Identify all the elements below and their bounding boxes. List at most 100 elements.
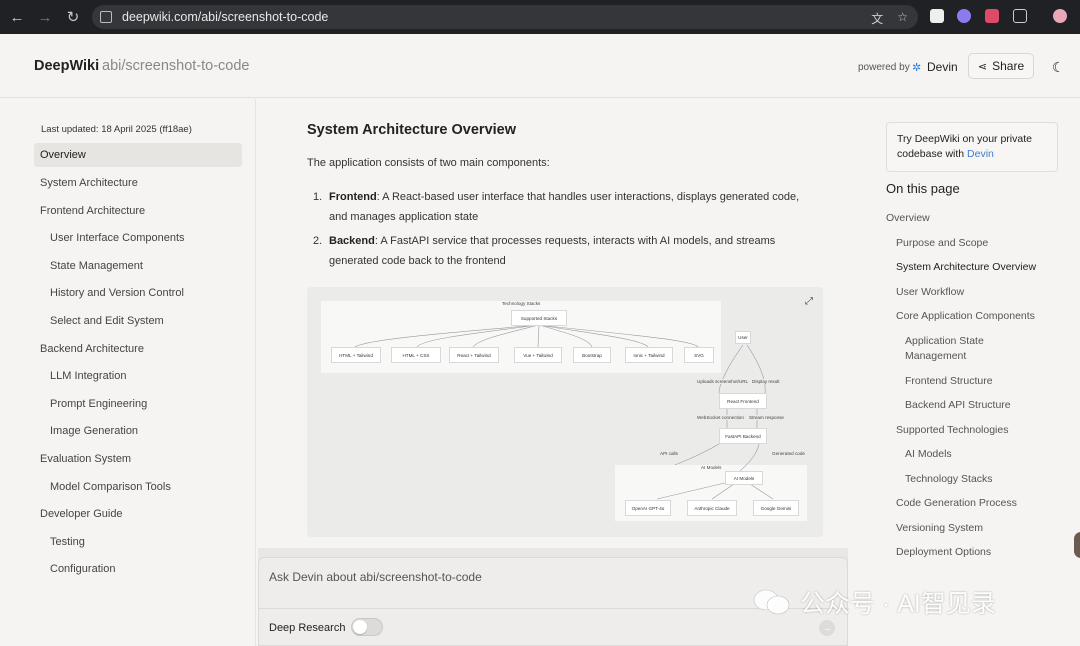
diagram-node[interactable]: React + Tailwind: [449, 347, 499, 363]
sidebar-item[interactable]: Overview: [34, 143, 242, 167]
reload-icon[interactable]: ↻: [62, 6, 84, 28]
edge-label: Uploads screenshot/URL: [696, 379, 750, 384]
site-header: DeepWiki abi/screenshot-to-code powered …: [0, 34, 1080, 98]
side-widget[interactable]: [1074, 532, 1080, 558]
on-this-page-title: On this page: [886, 181, 960, 196]
promo-text: Try DeepWiki on your private codebase wi…: [897, 133, 1032, 160]
sidebar-item[interactable]: Frontend Architecture: [34, 199, 242, 223]
edge-label: Display result: [751, 379, 781, 384]
section-heading: System Architecture Overview: [307, 122, 517, 138]
toc-item[interactable]: System Architecture Overview: [896, 261, 1036, 273]
sidebar-item[interactable]: State Management: [34, 254, 242, 278]
diagram-node[interactable]: HTML + Tailwind: [331, 347, 381, 363]
list-number: 2.: [313, 235, 323, 247]
sidebar-item[interactable]: Select and Edit System: [34, 309, 242, 333]
dark-mode-moon-icon[interactable]: ☾: [1052, 59, 1065, 76]
sidebar-item[interactable]: Evaluation System: [34, 447, 242, 471]
diagram-node[interactable]: Bootstrap: [573, 347, 611, 363]
list-text: Frontend: A React-based user interface t…: [329, 187, 809, 227]
toc-item[interactable]: Purpose and Scope: [896, 237, 988, 249]
forward-arrow-icon[interactable]: →: [34, 6, 56, 28]
sidebar-item[interactable]: User Interface Components: [34, 226, 242, 250]
toc-item[interactable]: Frontend Structure: [905, 375, 993, 387]
last-updated: Last updated: 18 April 2025 (ff18ae): [41, 124, 192, 135]
toc-item[interactable]: Core Application Components: [896, 310, 1035, 322]
list-term: Backend: [329, 235, 375, 247]
list-number: 1.: [313, 191, 323, 203]
sidebar-item[interactable]: System Architecture: [34, 171, 242, 195]
edge-label: Stream response: [748, 415, 785, 420]
deep-research-toggle[interactable]: [351, 618, 383, 636]
diagram-node[interactable]: SVG: [684, 347, 714, 363]
expand-diagram-icon[interactable]: ⤢: [805, 296, 813, 307]
bookmark-star-icon[interactable]: ☆: [897, 10, 908, 27]
diagram-node[interactable]: Google Gemini: [753, 500, 799, 516]
share-button[interactable]: ⋖ Share: [968, 53, 1034, 79]
send-arrow-icon[interactable]: →: [819, 620, 835, 636]
diagram-node[interactable]: React Frontend: [719, 393, 767, 409]
translate-icon[interactable]: 文: [871, 10, 883, 27]
list-description: : A FastAPI service that processes reque…: [329, 235, 776, 267]
url-text: deepwiki.com/abi/screenshot-to-code: [122, 10, 329, 24]
cluster-title: AI Models: [701, 465, 722, 470]
list-term: Frontend: [329, 191, 377, 203]
sidebar-nav: Last updated: 18 April 2025 (ff18ae) Ove…: [0, 99, 256, 646]
toc-item[interactable]: Supported Technologies: [896, 424, 1008, 436]
diagram-node[interactable]: OpenAI GPT-4o: [625, 500, 671, 516]
sidebar-item[interactable]: Configuration: [34, 557, 242, 581]
promo-devin-link[interactable]: Devin: [967, 148, 994, 160]
architecture-diagram[interactable]: Technology Stacks Supported Stacks HTML …: [307, 287, 823, 537]
toc-item[interactable]: Management: [905, 350, 966, 362]
toc-item[interactable]: Deployment Options: [896, 546, 991, 558]
profile-avatar[interactable]: [1053, 9, 1067, 23]
diagram-node[interactable]: User: [735, 331, 751, 344]
puzzle-extensions-icon[interactable]: [1013, 9, 1027, 23]
site-settings-icon[interactable]: [100, 11, 112, 23]
watermark-text: 公众号 · AI智见录: [800, 590, 996, 618]
back-arrow-icon[interactable]: ←: [6, 6, 28, 28]
toc-item[interactable]: Backend API Structure: [905, 399, 1011, 411]
repo-name[interactable]: abi/screenshot-to-code: [102, 58, 250, 74]
diagram-node[interactable]: HTML + CSS: [391, 347, 441, 363]
sidebar-item[interactable]: Testing: [34, 530, 242, 554]
ask-devin-input[interactable]: Ask Devin about abi/screenshot-to-code: [269, 570, 482, 584]
toc-item[interactable]: Overview: [886, 212, 930, 224]
diagram-node[interactable]: Anthropic Claude: [687, 500, 737, 516]
devin-link[interactable]: Devin: [927, 60, 958, 74]
share-label: Share: [992, 59, 1025, 73]
extension-icon[interactable]: [957, 9, 971, 23]
toc-item[interactable]: Application State: [905, 335, 984, 347]
toc-item[interactable]: Code Generation Process: [896, 497, 1017, 509]
cluster-title: Technology Stacks: [502, 301, 541, 306]
sidebar-item[interactable]: Backend Architecture: [34, 337, 242, 361]
sidebar-item[interactable]: LLM Integration: [34, 364, 242, 388]
deep-research-label: Deep Research: [269, 622, 346, 634]
list-text: Backend: A FastAPI service that processe…: [329, 231, 809, 271]
sidebar-item[interactable]: Model Comparison Tools: [34, 475, 242, 499]
sidebar-item[interactable]: Developer Guide: [34, 502, 242, 526]
sidebar-item[interactable]: History and Version Control: [34, 281, 242, 305]
diagram-node[interactable]: AI Models: [725, 471, 763, 485]
address-bar[interactable]: deepwiki.com/abi/screenshot-to-code 文 ☆: [92, 5, 918, 29]
diagram-node[interactable]: FastAPI Backend: [719, 428, 767, 444]
edge-label: WebSocket connection: [696, 415, 745, 420]
diagram-node[interactable]: Supported Stacks: [511, 310, 567, 326]
toggle-knob: [353, 620, 367, 634]
extension-icon[interactable]: [985, 9, 999, 23]
brand-logo[interactable]: DeepWiki: [34, 58, 99, 74]
sidebar-item[interactable]: Prompt Engineering: [34, 392, 242, 416]
extension-icon[interactable]: [930, 9, 944, 23]
toc-item[interactable]: Versioning System: [896, 522, 983, 534]
share-icon: ⋖: [977, 60, 988, 73]
promo-card: Try DeepWiki on your private codebase wi…: [886, 122, 1058, 172]
browser-toolbar: ← → ↻ deepwiki.com/abi/screenshot-to-cod…: [0, 0, 1080, 34]
list-description: : A React-based user interface that hand…: [329, 191, 800, 223]
toc-item[interactable]: AI Models: [905, 448, 952, 460]
toc-item[interactable]: Technology Stacks: [905, 473, 993, 485]
wechat-logo-icon: [753, 589, 790, 615]
diagram-node[interactable]: Ionic + Tailwind: [625, 347, 673, 363]
edge-label: Generated code: [771, 451, 806, 456]
sidebar-item[interactable]: Image Generation: [34, 419, 242, 443]
toc-item[interactable]: User Workflow: [896, 286, 964, 298]
diagram-node[interactable]: Vue + Tailwind: [514, 347, 562, 363]
